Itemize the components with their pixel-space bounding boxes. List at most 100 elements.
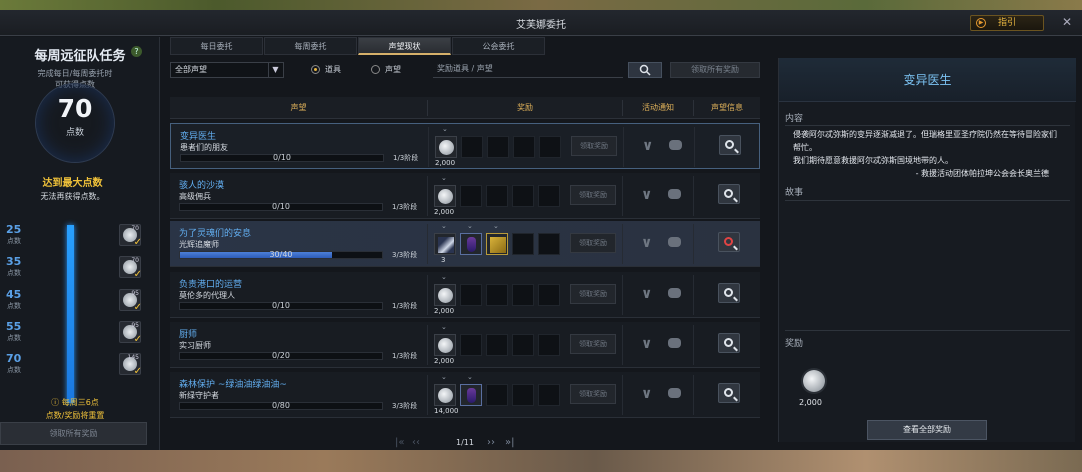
tier-reward-qty: 70	[131, 257, 139, 264]
prev-page-icon[interactable]: ‹‹	[412, 437, 420, 448]
tier-reward[interactable]: 145 ✓	[119, 353, 142, 377]
col-divider	[622, 275, 623, 315]
progress-text: 0/20	[272, 351, 290, 360]
table-row[interactable]: 森林保护 ~绿油油绿油油~ 新绿守护者 0/80 3/3阶段 ⌄ ⌄ 14,000 领取奖励 ∨	[170, 372, 760, 418]
table-row[interactable]: 变异医生 患者们的朋友 0/10 1/3阶段 ⌄ 2,000 领取奖励 ∨	[170, 123, 760, 169]
potion-icon	[467, 237, 476, 252]
tier-reward[interactable]: 70 ✓	[119, 256, 142, 280]
col-divider	[693, 176, 694, 216]
radio-item[interactable]	[311, 65, 320, 74]
reputation-info-button[interactable]	[718, 333, 740, 353]
reputation-info-button[interactable]	[718, 184, 740, 204]
tier-unit: 点数	[7, 269, 21, 277]
reputation-name: 骇人的沙漠	[179, 181, 225, 191]
chat-bubble-icon[interactable]	[669, 140, 682, 150]
reputation-info-button[interactable]	[718, 232, 740, 252]
reward-slot[interactable]	[434, 284, 456, 306]
notification-chevron-icon[interactable]: ∨	[642, 138, 653, 154]
claim-reward-button[interactable]: 领取奖励	[570, 334, 616, 354]
tab-guild[interactable]: 公会委托	[452, 37, 545, 55]
claim-all-button[interactable]: 领取所有奖励	[670, 62, 760, 78]
chevron-down-icon: ⌄	[467, 373, 473, 381]
first-page-icon[interactable]: |«	[395, 437, 405, 448]
chat-bubble-icon[interactable]	[668, 388, 681, 398]
tier-reward[interactable]: 70 ✓	[119, 224, 142, 248]
reward-slot[interactable]	[434, 233, 456, 255]
claim-reward-button[interactable]: 领取奖励	[570, 185, 616, 205]
next-page-icon[interactable]: ››	[487, 437, 495, 448]
reward-slot[interactable]	[486, 233, 508, 255]
progress-text: 0/10	[272, 301, 290, 310]
tab-weekly[interactable]: 每周委托	[264, 37, 357, 55]
help-icon[interactable]: ?	[131, 46, 142, 57]
search-input[interactable]: 奖励道具 / 声望	[433, 62, 623, 78]
tab-daily[interactable]: 每日委托	[170, 37, 263, 55]
reward-slot[interactable]	[434, 185, 456, 207]
table-header: 声望 奖励 活动通知 声望信息	[170, 97, 760, 119]
notification-chevron-icon[interactable]: ∨	[641, 336, 652, 352]
notification-chevron-icon[interactable]: ∨	[641, 386, 652, 402]
progress-text: 0/80	[272, 401, 290, 410]
close-icon[interactable]: ✕	[1062, 15, 1072, 29]
reputation-name: 厨师	[179, 330, 198, 340]
magnifier-icon	[724, 288, 733, 297]
content-line: 侵袭阿尔忒弥斯的变异逐渐减退了。但瑞格里亚圣疗院仍然在等待冒险家们帮忙。	[793, 130, 1057, 152]
col-divider	[693, 224, 694, 264]
empty-reward-slot	[486, 384, 508, 406]
last-page-icon[interactable]: »|	[505, 437, 515, 448]
select-value: 全部声望	[175, 65, 207, 74]
reward-qty: 2,000	[434, 307, 455, 315]
notification-chevron-icon[interactable]: ∨	[641, 187, 652, 203]
reputation-info-button[interactable]	[718, 383, 740, 403]
tier-reward[interactable]: 95 ✓	[119, 321, 142, 345]
table-row[interactable]: 为了灵魂们的安息 光辉追魔师 30/40 3/3阶段 ⌄ ⌄ ⌄ 3 领取奖励 ∨	[170, 221, 760, 267]
table-row[interactable]: 厨师 实习厨师 0/20 1/3阶段 ⌄ 2,000 领取奖励 ∨	[170, 322, 760, 368]
silver-coin-icon[interactable]	[803, 370, 825, 392]
silver-coin-icon	[439, 140, 454, 155]
reputation-info-button[interactable]	[719, 135, 741, 155]
expedition-sub1: 完成每日/每周委托时	[37, 69, 113, 78]
reward-slot[interactable]	[460, 233, 482, 255]
radio-reputation[interactable]	[371, 65, 380, 74]
claim-reward-button[interactable]: 领取奖励	[570, 284, 616, 304]
col-divider	[427, 375, 428, 415]
chat-bubble-icon[interactable]	[668, 237, 681, 247]
col-divider	[694, 127, 695, 167]
play-icon: ▶	[976, 18, 986, 28]
reputation-rank: 新绿守护者	[179, 391, 219, 400]
claim-reward-button[interactable]: 领取奖励	[571, 136, 617, 156]
chevron-down-icon: ⌄	[467, 222, 473, 230]
feather-icon	[438, 237, 454, 253]
empty-reward-slot	[538, 384, 560, 406]
claim-all-rewards-button[interactable]: 领取所有奖励	[0, 422, 147, 445]
view-all-rewards-button[interactable]: 查看全部奖励	[867, 420, 987, 440]
chat-bubble-icon[interactable]	[668, 189, 681, 199]
check-icon: ✓	[133, 237, 142, 248]
chevron-down-icon: ⌄	[441, 373, 447, 381]
reward-slot[interactable]	[460, 384, 482, 406]
reward-slot[interactable]	[434, 384, 456, 406]
content-line: 我们期待愿意救援阿尔忒弥斯国境地带的人。	[793, 156, 953, 165]
tab-reputation[interactable]: 声望现状	[358, 37, 451, 55]
reward-qty: 2,000	[434, 208, 455, 216]
empty-reward-slot	[461, 136, 483, 158]
empty-reward-slot	[486, 185, 508, 207]
reward-slot[interactable]	[434, 334, 456, 356]
claim-reward-button[interactable]: 领取奖励	[570, 233, 616, 253]
guide-button[interactable]: ▶ 指引	[970, 15, 1044, 31]
col-divider	[693, 325, 694, 365]
reward-slot[interactable]	[435, 136, 457, 158]
chat-bubble-icon[interactable]	[668, 338, 681, 348]
reputation-filter-select[interactable]: 全部声望 ▼	[170, 62, 284, 78]
table-row[interactable]: 负责港口的运营 莫伦多的代理人 0/10 1/3阶段 ⌄ 2,000 领取奖励 ∨	[170, 272, 760, 318]
table-row[interactable]: 骇人的沙漠 高级佣兵 0/10 1/3阶段 ⌄ 2,000 领取奖励 ∨	[170, 173, 760, 219]
search-button[interactable]	[628, 62, 662, 78]
reputation-info-button[interactable]	[718, 283, 740, 303]
divider	[785, 330, 1070, 331]
chat-bubble-icon[interactable]	[668, 288, 681, 298]
tier-reward[interactable]: 95 ✓	[119, 289, 142, 313]
notification-chevron-icon[interactable]: ∨	[641, 235, 652, 251]
claim-reward-button[interactable]: 领取奖励	[570, 384, 616, 404]
notification-chevron-icon[interactable]: ∨	[641, 286, 652, 302]
chevron-down-icon: ⌄	[493, 222, 499, 230]
